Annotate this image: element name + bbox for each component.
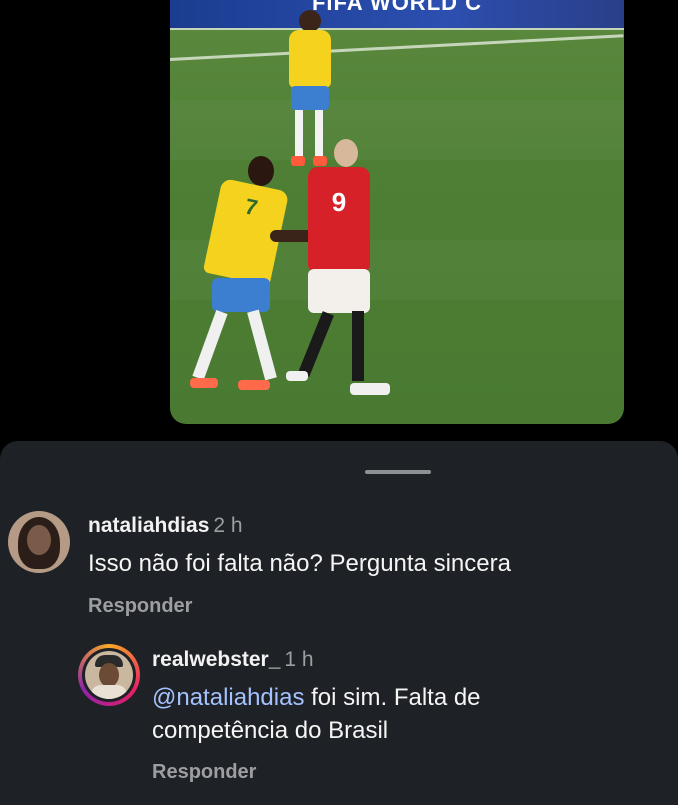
comment-text-line: competência do Brasil [152,717,389,744]
pitch-line [170,34,624,61]
player-opponent: 9 [280,135,390,400]
avatar[interactable] [8,511,70,573]
comment-author[interactable]: realwebster_ 1 h [152,648,314,672]
jersey-number: 9 [331,187,347,217]
comment-time: 1 h [284,648,314,671]
comment-text-line: foi sim. Falta de [304,684,481,711]
drag-handle[interactable] [365,470,431,474]
username[interactable]: realwebster_ [152,648,280,671]
comment-author[interactable]: nataliahdias 2 h [88,514,243,538]
username[interactable]: nataliahdias [88,514,209,537]
comment-text: Isso não foi falta não? Pergunta sincera [88,550,511,577]
reply-button[interactable]: Responder [152,761,256,784]
video-player[interactable]: FIFA WORLD C 7 9 [170,0,624,424]
jersey-number: 7 [242,193,260,221]
ad-banner: FIFA WORLD C [170,0,624,28]
reply-button[interactable]: Responder [88,595,192,618]
comment-text: @nataliahdias foi sim. Falta de competên… [152,681,481,747]
pitch-line [170,28,624,30]
avatar-story-ring[interactable] [78,644,140,706]
comment-time: 2 h [213,514,243,537]
mention-link[interactable]: @nataliahdias [152,684,304,711]
comments-sheet: nataliahdias 2 h Isso não foi falta não? … [0,441,678,805]
